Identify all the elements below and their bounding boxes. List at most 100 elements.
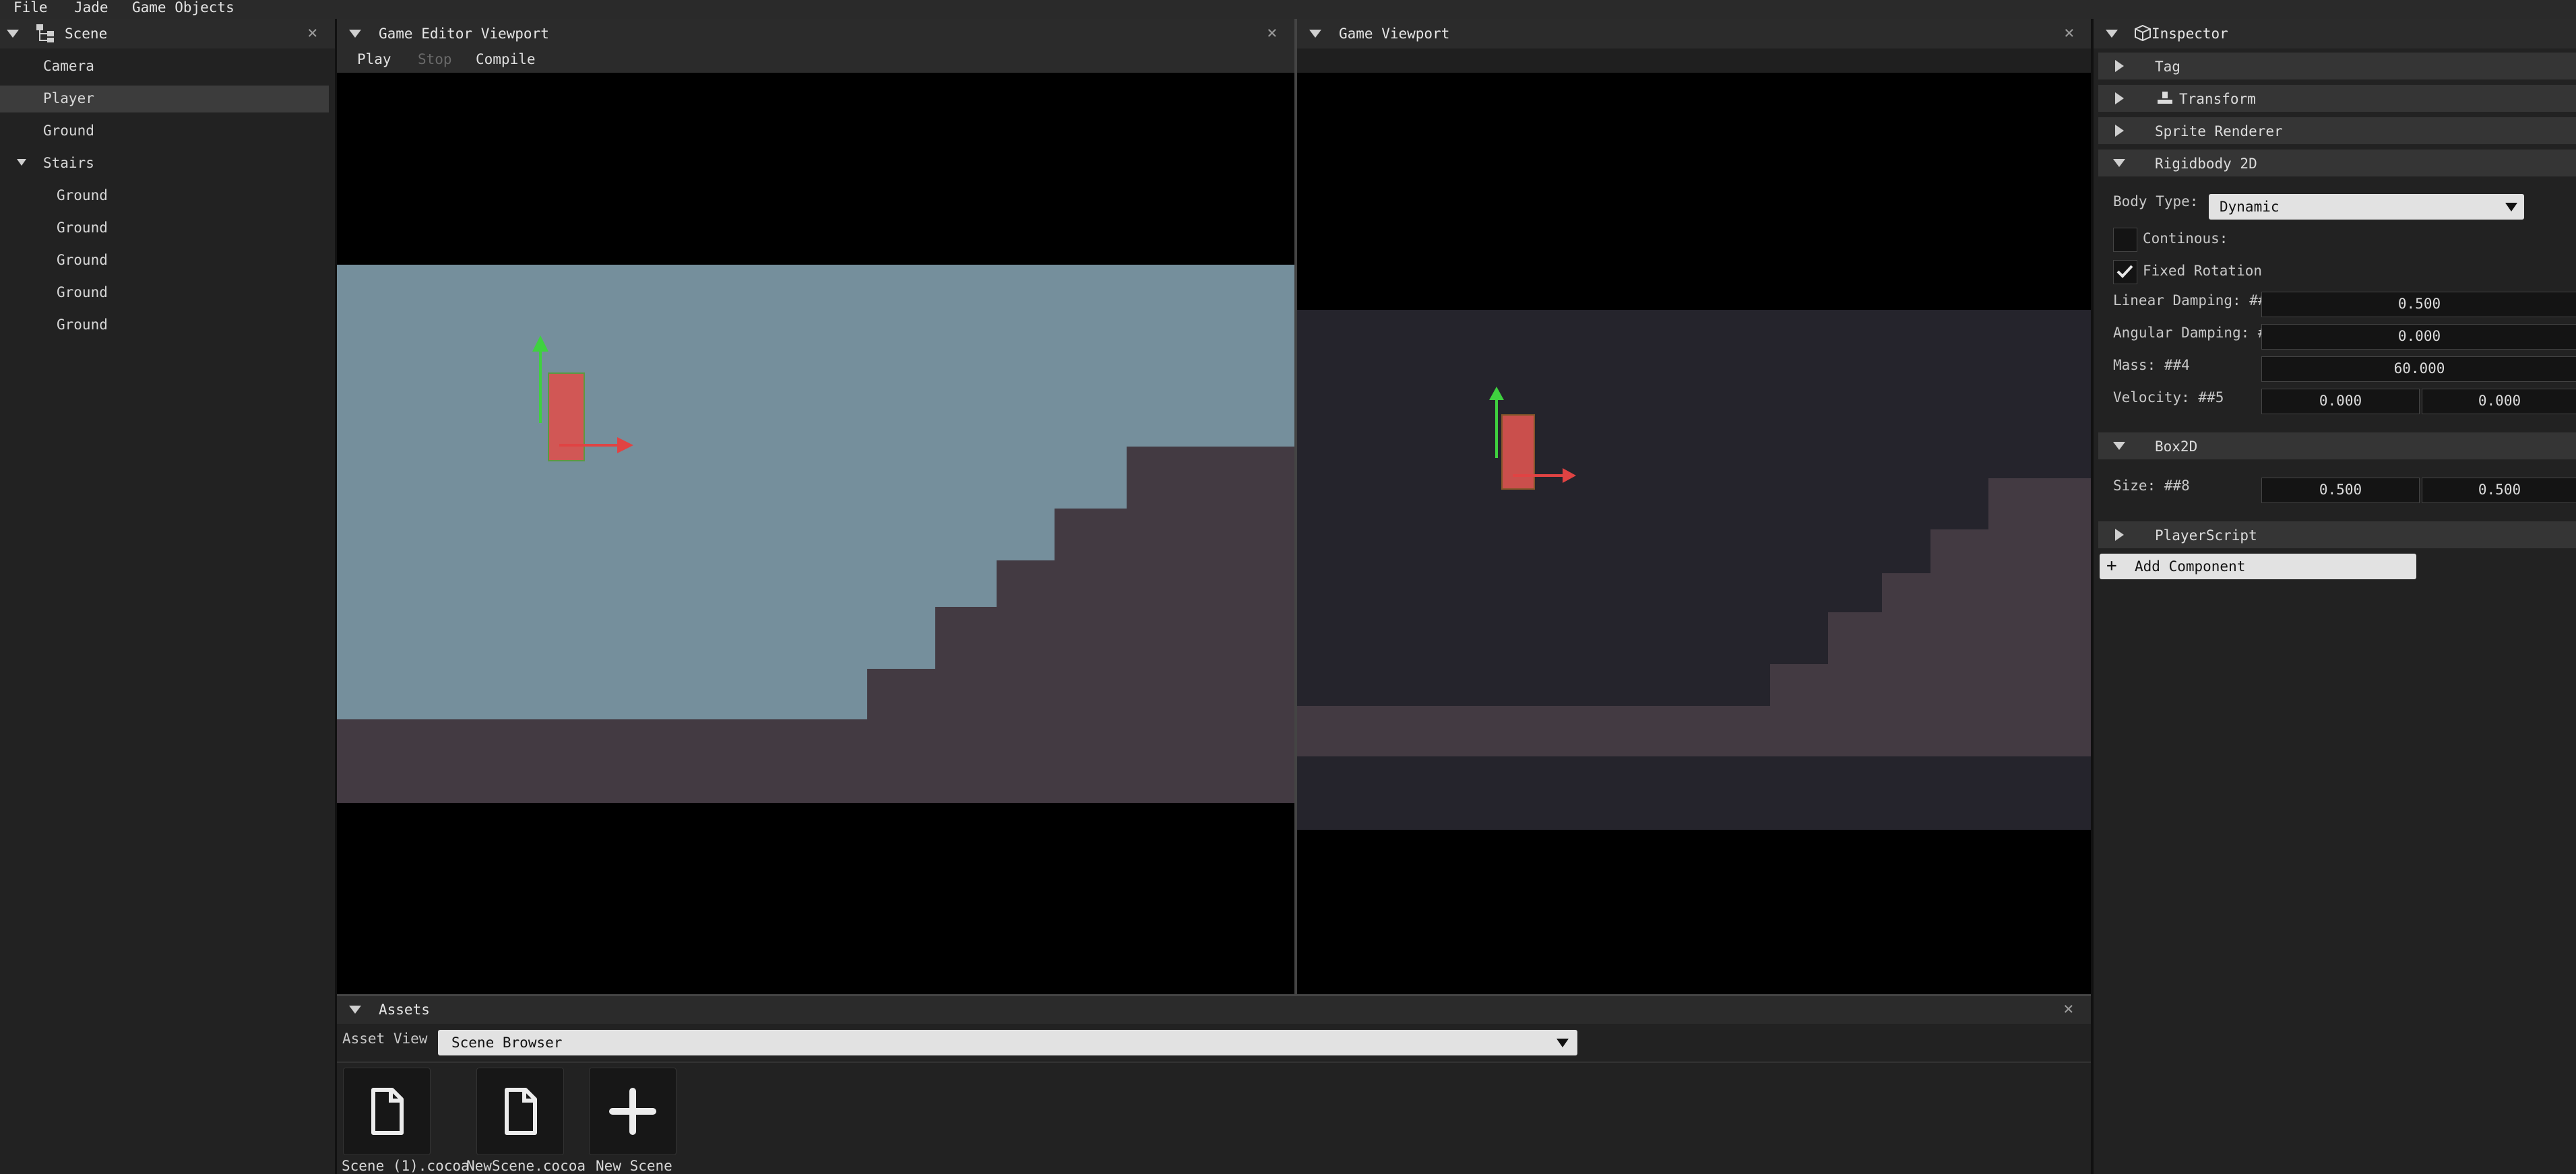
velocity-y-input[interactable]: 0.000 bbox=[2422, 389, 2576, 414]
plus-icon: + bbox=[2106, 556, 2117, 576]
asset-label-newscene: NewScene.cocoa bbox=[466, 1158, 586, 1174]
chevron-down-icon bbox=[1557, 1039, 1569, 1047]
section-box2d-label: Box2D bbox=[2155, 438, 2198, 455]
menu-jade[interactable]: Jade bbox=[74, 0, 108, 15]
add-component-label: Add Component bbox=[2135, 558, 2246, 575]
angular-damping-input[interactable]: 0.000 bbox=[2261, 324, 2576, 350]
editor-scene-render bbox=[337, 265, 1294, 803]
game-scene-render bbox=[1297, 310, 2091, 830]
menu-file[interactable]: File bbox=[13, 0, 48, 15]
mass-label: Mass: ##4 bbox=[2113, 357, 2190, 373]
close-icon[interactable]: × bbox=[2064, 24, 2075, 42]
asset-view-label: Asset View bbox=[342, 1031, 428, 1047]
add-component-button[interactable]: + Add Component bbox=[2100, 554, 2416, 579]
section-sprite-renderer[interactable]: Sprite Renderer bbox=[2098, 117, 2576, 144]
hierarchy-icon bbox=[36, 24, 54, 42]
inspector-header: Inspector bbox=[2094, 19, 2576, 48]
player-sprite[interactable] bbox=[548, 372, 585, 461]
collapse-icon[interactable] bbox=[1309, 30, 1321, 38]
expand-icon[interactable] bbox=[2115, 529, 2124, 541]
velocity-x-input[interactable]: 0.000 bbox=[2261, 389, 2420, 414]
assets-title: Assets bbox=[379, 1002, 430, 1018]
new-scene-button[interactable] bbox=[589, 1068, 677, 1155]
section-player-script[interactable]: PlayerScript bbox=[2098, 521, 2576, 548]
tree-item-stairs-ground-3[interactable]: Ground bbox=[57, 252, 108, 268]
size-y-input[interactable]: 0.500 bbox=[2422, 478, 2576, 503]
continous-checkbox[interactable] bbox=[2113, 228, 2137, 252]
scene-panel-header: Scene × bbox=[0, 19, 335, 48]
editor-viewport-title: Game Editor Viewport bbox=[379, 26, 549, 42]
section-tag[interactable]: Tag bbox=[2098, 53, 2576, 79]
mass-input[interactable]: 60.000 bbox=[2261, 356, 2576, 382]
section-rigidbody[interactable]: Rigidbody 2D bbox=[2098, 150, 2576, 176]
linear-damping-label: Linear Damping: ##1 bbox=[2113, 292, 2261, 308]
compile-button[interactable]: Compile bbox=[476, 51, 536, 67]
linear-damping-input[interactable]: 0.500 bbox=[2261, 292, 2576, 317]
checkmark-icon bbox=[2116, 265, 2133, 278]
collapse-icon[interactable] bbox=[349, 1006, 361, 1014]
linear-damping-label-clip: Linear Damping: ##1 bbox=[2113, 291, 2261, 314]
collapse-icon[interactable] bbox=[7, 30, 19, 38]
section-player-script-label: PlayerScript bbox=[2155, 527, 2257, 544]
expand-icon[interactable] bbox=[2115, 125, 2124, 137]
scene-panel-title: Scene bbox=[65, 26, 108, 42]
fixed-rotation-label: Fixed Rotation bbox=[2143, 263, 2263, 279]
fixed-rotation-checkbox[interactable] bbox=[2113, 260, 2137, 284]
assets-header: Assets × bbox=[337, 994, 2091, 1024]
tree-item-player[interactable]: Player bbox=[43, 90, 94, 106]
tree-item-stairs[interactable]: Stairs bbox=[43, 155, 94, 171]
body-type-value: Dynamic bbox=[2220, 199, 2280, 215]
menu-game-objects[interactable]: Game Objects bbox=[132, 0, 234, 15]
asset-view-dropdown[interactable]: Scene Browser bbox=[438, 1030, 1577, 1055]
section-transform[interactable]: Transform bbox=[2098, 85, 2576, 112]
play-button[interactable]: Play bbox=[357, 51, 391, 67]
expand-stairs-icon[interactable] bbox=[17, 159, 26, 166]
editor-viewport-header: Game Editor Viewport × bbox=[337, 19, 1294, 48]
continous-label: Continous: bbox=[2143, 230, 2228, 247]
body-type-dropdown[interactable]: Dynamic bbox=[2209, 194, 2524, 220]
new-scene-label: New Scene bbox=[596, 1158, 672, 1174]
velocity-label: Velocity: ##5 bbox=[2113, 389, 2224, 405]
section-sprite-renderer-label: Sprite Renderer bbox=[2155, 123, 2283, 139]
expand-icon[interactable] bbox=[2115, 60, 2124, 72]
game-viewport-header: Game Viewport × bbox=[1297, 19, 2091, 48]
collapse-icon[interactable] bbox=[2113, 159, 2125, 167]
collapse-icon[interactable] bbox=[349, 30, 361, 38]
game-viewport-canvas[interactable] bbox=[1297, 73, 2091, 994]
tree-item-stairs-ground-4[interactable]: Ground bbox=[57, 284, 108, 300]
transform-icon bbox=[2158, 92, 2172, 104]
collapse-icon[interactable] bbox=[2113, 442, 2125, 450]
body-type-label: Body Type: bbox=[2113, 193, 2199, 209]
game-player-sprite bbox=[1501, 414, 1535, 490]
cube-icon bbox=[2135, 24, 2151, 42]
menu-bar: File Jade Game Objects bbox=[0, 0, 2576, 19]
plus-icon bbox=[609, 1088, 656, 1135]
assets-separator bbox=[337, 1062, 2091, 1063]
stop-button[interactable]: Stop bbox=[418, 51, 452, 67]
file-icon bbox=[371, 1088, 404, 1135]
size-x-input[interactable]: 0.500 bbox=[2261, 478, 2420, 503]
scene-panel bbox=[0, 19, 335, 1174]
size-label: Size: ##8 bbox=[2113, 478, 2190, 494]
section-rigidbody-label: Rigidbody 2D bbox=[2155, 156, 2257, 172]
section-box2d[interactable]: Box2D bbox=[2098, 432, 2576, 459]
close-icon[interactable]: × bbox=[307, 24, 318, 42]
inspector-panel bbox=[2094, 19, 2576, 1174]
tree-item-stairs-ground-1[interactable]: Ground bbox=[57, 187, 108, 203]
asset-tile-newscene[interactable] bbox=[476, 1068, 564, 1155]
angular-damping-label: Angular Damping: ##2 bbox=[2113, 325, 2261, 341]
game-viewport-title: Game Viewport bbox=[1339, 26, 1450, 42]
section-transform-label: Transform bbox=[2179, 91, 2256, 107]
editor-viewport-canvas[interactable] bbox=[337, 73, 1294, 994]
asset-tile-scene-1[interactable] bbox=[343, 1068, 431, 1155]
editor-toolbar: Play Stop Compile bbox=[337, 48, 1294, 73]
tree-item-ground[interactable]: Ground bbox=[43, 123, 94, 139]
tree-item-stairs-ground-5[interactable]: Ground bbox=[57, 317, 108, 333]
close-icon[interactable]: × bbox=[2063, 1000, 2074, 1018]
tree-item-stairs-ground-2[interactable]: Ground bbox=[57, 220, 108, 236]
asset-label-scene-1: Scene (1).cocoa bbox=[342, 1158, 470, 1174]
collapse-icon[interactable] bbox=[2106, 30, 2118, 38]
tree-item-camera[interactable]: Camera bbox=[43, 58, 94, 74]
expand-icon[interactable] bbox=[2115, 92, 2124, 104]
close-icon[interactable]: × bbox=[1267, 24, 1278, 42]
